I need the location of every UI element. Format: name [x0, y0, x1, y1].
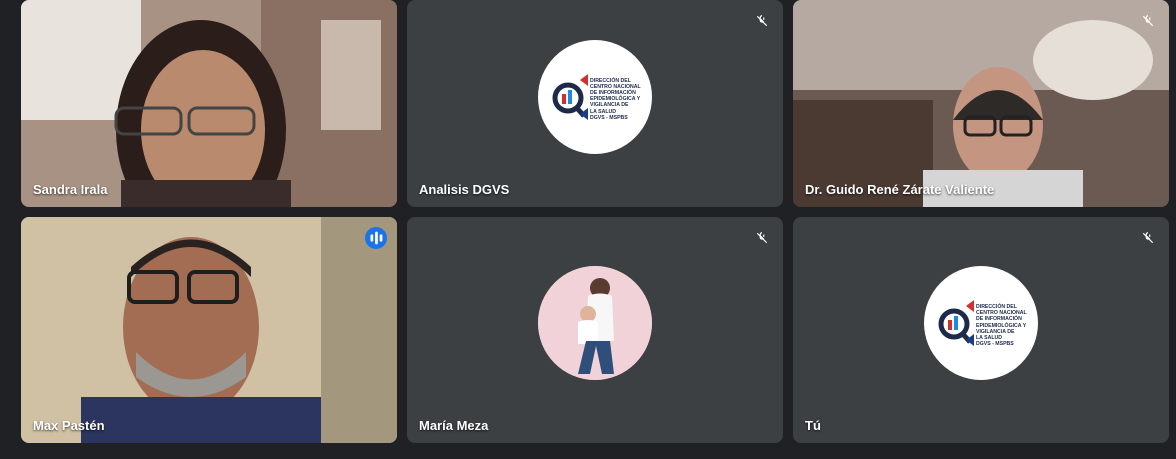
logo-text: DIRECCIÓN DEL CENTRO NACIONAL DE INFORMACI… [590, 77, 641, 121]
participant-avatar-photo [538, 266, 652, 380]
participant-tile-analisis-dgvs[interactable]: DIRECCIÓN DEL CENTRO NACIONAL DE INFORMACI… [407, 0, 783, 207]
participant-avatar-logo: DIRECCIÓN DEL CENTRO NACIONAL DE INFORMACI… [538, 39, 652, 154]
participant-name: Tú [805, 418, 821, 433]
participant-tile-max-pasten[interactable]: Max Pastén [21, 217, 397, 443]
video-feed [21, 217, 397, 443]
video-feed [21, 0, 397, 207]
mic-off-icon [1137, 10, 1159, 32]
participant-name: Analisis DGVS [419, 182, 510, 197]
participant-name: Max Pastén [33, 418, 105, 433]
video-feed [793, 0, 1169, 207]
participant-tile-guido-zarate[interactable]: Dr. Guido René Zárate Valiente [793, 0, 1169, 207]
mic-off-icon [1137, 227, 1159, 249]
participant-name: Dr. Guido René Zárate Valiente [805, 182, 995, 197]
participant-name: María Meza [419, 418, 489, 433]
mic-off-icon [751, 10, 773, 32]
logo-text: DIRECCIÓN DEL CENTRO NACIONAL DE INFORMACI… [976, 304, 1027, 348]
participant-tile-maria-meza[interactable]: María Meza [407, 217, 783, 443]
speaking-indicator-icon [365, 227, 387, 249]
participant-tile-self[interactable]: DIRECCIÓN DEL CENTRO NACIONAL DE INFORMACI… [793, 217, 1169, 443]
mic-off-icon [751, 227, 773, 249]
participant-name: Sandra Irala [33, 182, 108, 197]
participant-avatar-logo: DIRECCIÓN DEL CENTRO NACIONAL DE INFORMACI… [924, 266, 1038, 380]
participant-tile-sandra-irala[interactable]: Sandra Irala [21, 0, 397, 207]
